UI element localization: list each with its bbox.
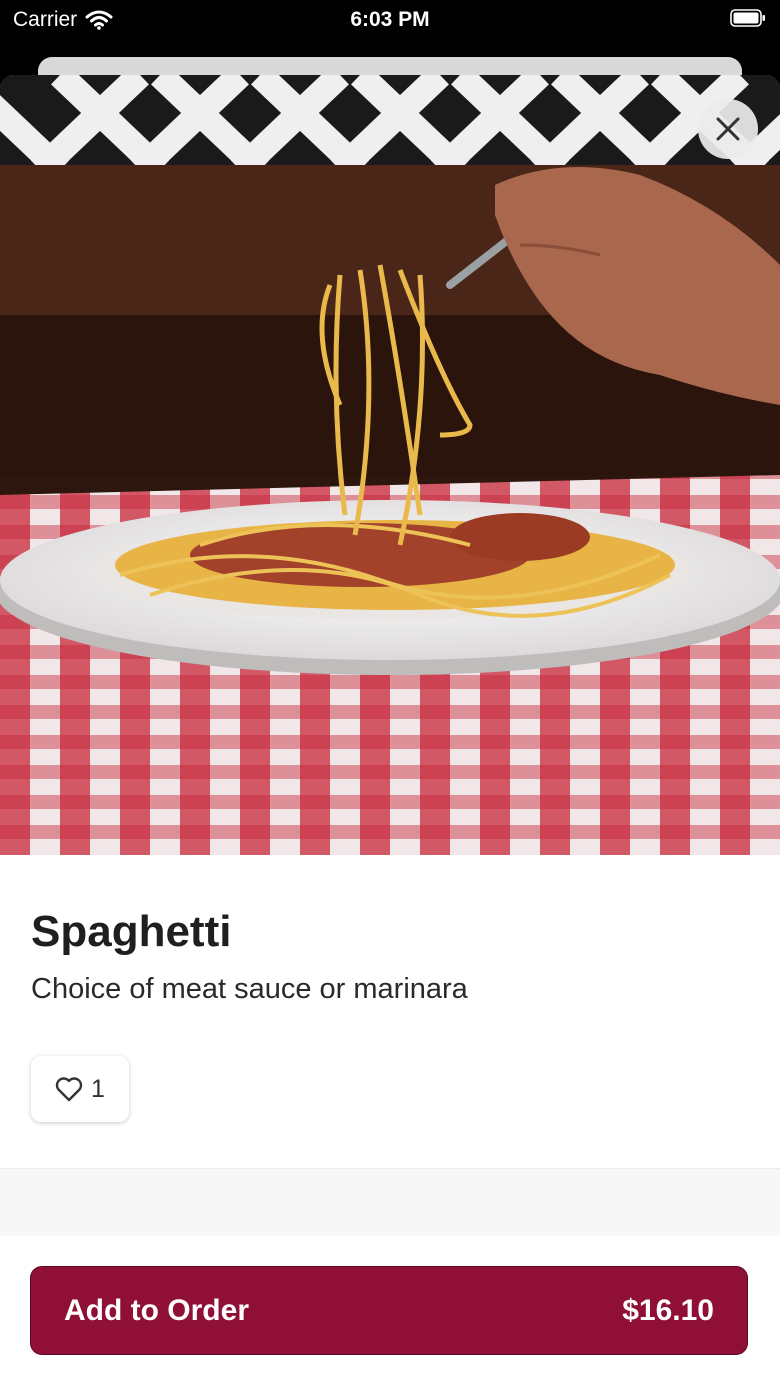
close-button[interactable]: [698, 99, 758, 159]
add-to-order-label: Add to Order: [64, 1293, 249, 1327]
order-footer: Add to Order $16.10: [0, 1236, 780, 1387]
heart-icon: [55, 1077, 83, 1102]
close-icon: [716, 117, 740, 141]
item-title: Spaghetti: [31, 907, 232, 956]
status-time: 6:03 PM: [350, 8, 430, 31]
spaghetti-photo: [0, 75, 780, 855]
add-to-order-button[interactable]: Add to Order $16.10: [30, 1266, 748, 1355]
like-count: 1: [91, 1074, 105, 1103]
price-label: $16.10: [622, 1293, 714, 1327]
battery-icon: [730, 9, 765, 27]
item-description: Choice of meat sauce or marinara: [31, 973, 468, 1005]
item-detail-sheet: Spaghetti Choice of meat sauce or marina…: [0, 75, 780, 1387]
status-bar: Carrier 6:03 PM: [0, 0, 780, 44]
section-divider: [0, 1168, 780, 1237]
like-button[interactable]: 1: [31, 1056, 129, 1122]
